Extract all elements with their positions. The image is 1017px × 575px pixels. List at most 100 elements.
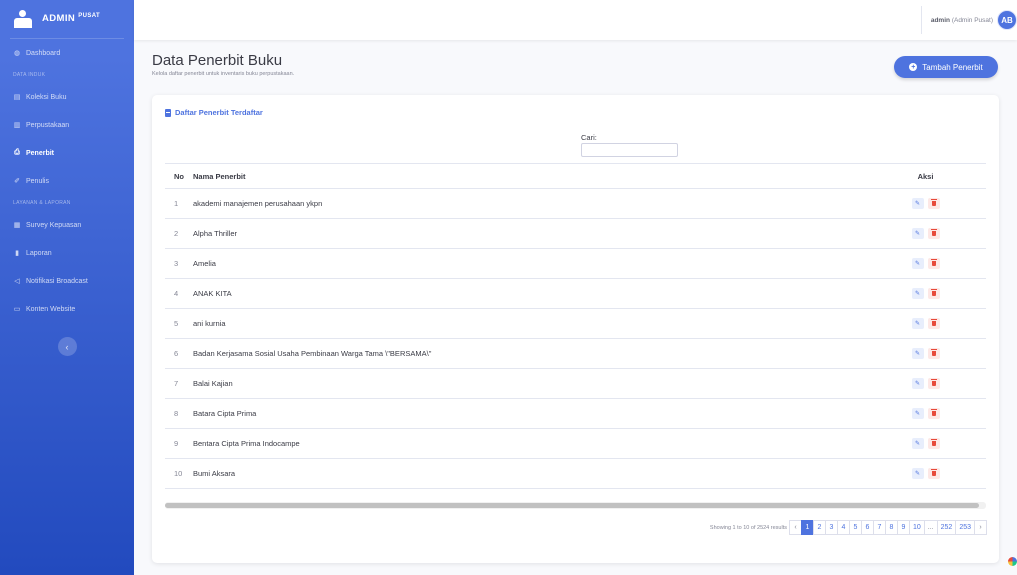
trash-icon[interactable] [927, 438, 940, 449]
row-number: 5 [174, 319, 179, 328]
trash-icon[interactable] [927, 408, 940, 419]
table-header: No Nama Penerbit Aksi [165, 163, 986, 189]
pen-icon: ✐ [14, 178, 20, 185]
publisher-name: Bumi Aksara [193, 469, 236, 478]
page-title: Data Penerbit Buku [152, 52, 283, 69]
sidebar-item-label: Penulis [26, 177, 49, 185]
row-actions: ✎ [865, 408, 986, 419]
pagination-info: Showing 1 to 10 of 2524 results [709, 524, 787, 531]
row-number: 8 [174, 409, 179, 418]
trash-icon[interactable] [927, 228, 940, 239]
sidebar-item-dashboard[interactable]: ◍ Dashboard [0, 39, 134, 67]
next-page-button[interactable]: › [974, 520, 987, 535]
page-button[interactable]: 253 [955, 520, 975, 535]
row-actions: ✎ [865, 438, 986, 449]
trash-icon[interactable] [927, 378, 940, 389]
publisher-name: ani kurnia [193, 319, 226, 328]
trash-icon[interactable] [927, 258, 940, 269]
trash-icon[interactable] [927, 348, 940, 359]
table-body: 1 akademi manajemen perusahaan ykpn ✎ 2 Alph… [165, 189, 986, 489]
chart-icon: ▮ [15, 250, 19, 257]
horizontal-scrollbar[interactable] [165, 502, 986, 509]
page-subtitle: Kelola daftar penerbit untuk inventaris … [152, 71, 295, 77]
add-publisher-button[interactable]: + Tambah Penerbit [894, 56, 998, 78]
topbar: admin (Admin Pusat) AB [134, 0, 1017, 40]
table-row: 4 ANAK KITA ✎ [165, 279, 986, 309]
table-row: 7 Balai Kajian ✎ [165, 369, 986, 399]
sidebar-item-label: Koleksi Buku [26, 93, 67, 101]
sidebar-item-koleksi-buku[interactable]: ▤ Koleksi Buku [0, 83, 134, 111]
sidebar-item-label: Dashboard [26, 49, 61, 57]
window-icon: ▭ [13, 306, 21, 313]
row-actions: ✎ [865, 228, 986, 239]
publisher-card: Daftar Penerbit Terdaftar Cari: No Nama … [152, 95, 999, 563]
megaphone-icon: ◁ [14, 278, 20, 285]
table-row: 10 Bumi Aksara ✎ [165, 459, 986, 489]
table-row: 3 Amelia ✎ [165, 249, 986, 279]
row-number: 10 [174, 469, 183, 478]
brand[interactable]: ADMIN PUSAT [0, 0, 134, 38]
row-number: 1 [174, 199, 179, 208]
book-list-icon: ▤ [13, 94, 21, 101]
pagination: Showing 1 to 10 of 2524 results ‹ 123456… [710, 520, 987, 535]
page-button[interactable]: 252 [936, 520, 957, 535]
publisher-name: Bentara Cipta Prima Indocampe [193, 439, 300, 448]
table-row: 5 ani kurnia ✎ [165, 309, 986, 339]
trash-icon[interactable] [927, 288, 940, 299]
edit-icon[interactable]: ✎ [911, 288, 924, 299]
sidebar-item-laporan[interactable]: ▮ Laporan [0, 239, 134, 267]
trash-icon[interactable] [927, 468, 940, 479]
edit-icon[interactable]: ✎ [911, 258, 924, 269]
edit-icon[interactable]: ✎ [911, 378, 924, 389]
sidebar-item-penerbit[interactable]: ⎙ Penerbit [0, 139, 134, 167]
sidebar: ADMIN PUSAT ◍ Dashboard DATA INDUK ▤ Koleksi… [0, 0, 134, 575]
sidebar-item-penulis[interactable]: ✐ Penulis [0, 167, 134, 195]
column-header-name[interactable]: Nama Penerbit [191, 172, 865, 181]
sidebar-item-perpustakaan[interactable]: ▥ Perpustakaan [0, 111, 134, 139]
sidebar-item-label: Notifikasi Broadcast [26, 277, 88, 285]
row-actions: ✎ [865, 318, 986, 329]
edit-icon[interactable]: ✎ [911, 348, 924, 359]
search-label: Cari: [581, 133, 597, 142]
row-actions: ✎ [865, 198, 986, 209]
publisher-name: Badan Kerjasama Sosial Usaha Pembinaan W… [193, 349, 432, 358]
trash-icon[interactable] [927, 198, 940, 209]
scrollbar-thumb[interactable] [165, 503, 979, 508]
user-menu[interactable]: admin (Admin Pusat) AB [920, 6, 1017, 34]
edit-icon[interactable]: ✎ [911, 438, 924, 449]
edit-icon[interactable]: ✎ [911, 468, 924, 479]
page-button[interactable]: 10 [908, 520, 925, 535]
sidebar-item-survey-kepuasan[interactable]: ▦ Survey Kepuasan [0, 211, 134, 239]
sidebar-item-label: Konten Website [26, 305, 76, 313]
page-ellipsis: ... [923, 520, 938, 535]
edit-icon[interactable]: ✎ [911, 318, 924, 329]
book-icon [165, 108, 171, 117]
trash-icon[interactable] [927, 318, 940, 329]
edit-icon[interactable]: ✎ [911, 408, 924, 419]
column-header-no[interactable]: No [165, 172, 191, 181]
row-actions: ✎ [865, 258, 986, 269]
sidebar-item-konten-website[interactable]: ▭ Konten Website [0, 295, 134, 323]
column-header-actions: Aksi [917, 171, 934, 181]
avatar[interactable]: AB [997, 10, 1017, 30]
publisher-name: Amelia [193, 259, 216, 268]
gauge-icon: ◍ [13, 50, 21, 57]
table-row: 1 akademi manajemen perusahaan ykpn ✎ [165, 189, 986, 219]
table-row: 8 Batara Cipta Prima ✎ [165, 399, 986, 429]
plus-circle-icon: + [909, 63, 918, 71]
sidebar-item-label: Laporan [26, 249, 52, 257]
sidebar-item-label: Penerbit [26, 149, 55, 157]
edit-icon[interactable]: ✎ [911, 198, 924, 209]
row-actions: ✎ [865, 348, 986, 359]
user-group-icon [12, 10, 34, 28]
sidebar-heading: LAYANAN & LAPORAN [13, 200, 71, 206]
sidebar-item-label: Perpustakaan [26, 121, 70, 129]
edit-icon[interactable]: ✎ [911, 228, 924, 239]
search-input[interactable] [581, 143, 678, 157]
publisher-name: Alpha Thriller [193, 229, 238, 238]
card-title: Daftar Penerbit Terdaftar [165, 108, 263, 117]
table-row: 2 Alpha Thriller ✎ [165, 219, 986, 249]
floating-widget-icon[interactable] [1008, 557, 1017, 566]
sidebar-toggle-button[interactable]: ‹ [57, 337, 77, 356]
sidebar-item-notifikasi-broadcast[interactable]: ◁ Notifikasi Broadcast [0, 267, 134, 295]
